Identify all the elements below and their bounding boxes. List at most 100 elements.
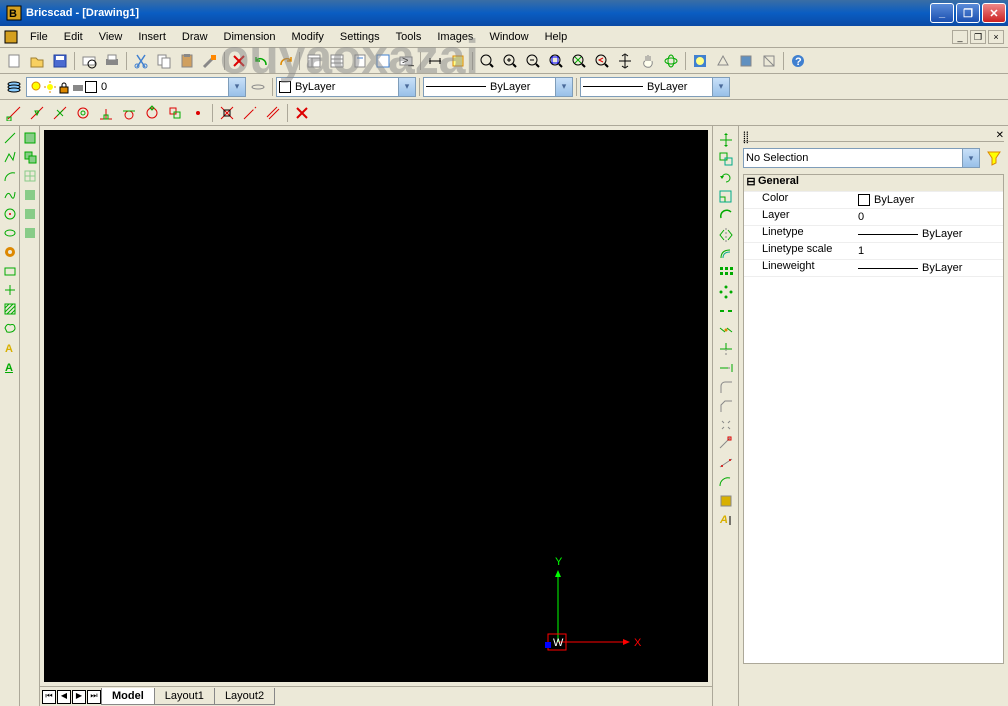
color-combo[interactable]: ByLayer — [276, 77, 416, 97]
match-properties-icon[interactable] — [199, 50, 221, 72]
property-row-lineweight[interactable]: Lineweight ByLayer — [744, 260, 1003, 277]
tab-layout1[interactable]: Layout1 — [154, 688, 215, 705]
array-icon[interactable] — [717, 264, 735, 282]
grip-icon[interactable]: ⸽⸽ — [743, 130, 749, 141]
menu-tools[interactable]: Tools — [388, 29, 430, 45]
explorer-icon[interactable] — [303, 50, 325, 72]
menu-images[interactable]: Images — [429, 29, 481, 45]
revision-icon[interactable] — [21, 224, 39, 242]
menu-file[interactable]: File — [22, 29, 56, 45]
linetype-combo[interactable]: ByLayer — [423, 77, 573, 97]
zoom-window-icon[interactable] — [545, 50, 567, 72]
redo-icon[interactable] — [274, 50, 296, 72]
copy-icon[interactable] — [717, 150, 735, 168]
properties-icon[interactable] — [326, 50, 348, 72]
print-icon[interactable] — [101, 50, 123, 72]
stretch-icon[interactable] — [717, 207, 735, 225]
hatch-icon[interactable] — [1, 300, 19, 318]
properties-group-general[interactable]: ⊟ General — [744, 175, 1003, 192]
xref-icon[interactable] — [21, 167, 39, 185]
lengthen-icon[interactable] — [717, 435, 735, 453]
hide-icon[interactable] — [712, 50, 734, 72]
tab-first-button[interactable]: ⏮ — [42, 690, 56, 704]
layer-states-icon[interactable] — [247, 76, 269, 98]
layer-combo[interactable]: 0 — [26, 77, 246, 97]
edit-hatch-icon[interactable] — [717, 492, 735, 510]
distance-icon[interactable] — [424, 50, 446, 72]
render-icon[interactable] — [689, 50, 711, 72]
menu-insert[interactable]: Insert — [130, 29, 174, 45]
snap-midpoint-icon[interactable] — [26, 102, 48, 124]
wireframe-icon[interactable] — [758, 50, 780, 72]
edit-text-icon[interactable]: A — [717, 511, 735, 529]
mirror-icon[interactable] — [717, 226, 735, 244]
command-icon[interactable]: >_ — [395, 50, 417, 72]
donut-icon[interactable] — [1, 243, 19, 261]
quick-select-icon[interactable] — [984, 148, 1004, 168]
print-preview-icon[interactable] — [78, 50, 100, 72]
boundary-icon[interactable] — [1, 319, 19, 337]
collapse-icon[interactable]: ⊟ — [744, 175, 758, 191]
save-icon[interactable] — [49, 50, 71, 72]
zoom-previous-icon[interactable] — [591, 50, 613, 72]
tab-model[interactable]: Model — [101, 688, 155, 705]
property-row-linetype[interactable]: Linetype ByLayer — [744, 226, 1003, 243]
snap-extension-icon[interactable] — [239, 102, 261, 124]
zoom-realtime-icon[interactable] — [476, 50, 498, 72]
tool-icon[interactable] — [372, 50, 394, 72]
3d-orbit-icon[interactable] — [660, 50, 682, 72]
edit-polyline-icon[interactable] — [717, 473, 735, 491]
maximize-button[interactable]: ❐ — [956, 3, 980, 23]
snap-center-icon[interactable] — [72, 102, 94, 124]
rotate-icon[interactable] — [717, 169, 735, 187]
tab-prev-button[interactable]: ◀ — [57, 690, 71, 704]
menu-draw[interactable]: Draw — [174, 29, 216, 45]
snap-node-icon[interactable] — [187, 102, 209, 124]
mtext-icon[interactable]: A — [1, 357, 19, 375]
help-icon[interactable]: ? — [787, 50, 809, 72]
snap-tangent-icon[interactable] — [118, 102, 140, 124]
menu-edit[interactable]: Edit — [56, 29, 91, 45]
menu-dimension[interactable]: Dimension — [216, 29, 284, 45]
drawing-canvas[interactable]: X Y W — [44, 130, 708, 682]
tab-layout2[interactable]: Layout2 — [214, 688, 275, 705]
snap-nearest-icon[interactable] — [49, 102, 71, 124]
break-icon[interactable] — [717, 302, 735, 320]
trim-icon[interactable] — [717, 340, 735, 358]
insert-icon[interactable] — [21, 148, 39, 166]
property-row-layer[interactable]: Layer 0 — [744, 209, 1003, 226]
snap-insertion-icon[interactable] — [164, 102, 186, 124]
array-polar-icon[interactable] — [717, 283, 735, 301]
menu-settings[interactable]: Settings — [332, 29, 388, 45]
cut-icon[interactable] — [130, 50, 152, 72]
wipeout-icon[interactable] — [21, 205, 39, 223]
new-icon[interactable] — [3, 50, 25, 72]
paste-icon[interactable] — [176, 50, 198, 72]
snap-parallel-icon[interactable] — [262, 102, 284, 124]
menu-window[interactable]: Window — [481, 29, 536, 45]
point-icon[interactable] — [1, 281, 19, 299]
close-button[interactable]: ✕ — [982, 3, 1006, 23]
pan-realtime-icon[interactable] — [637, 50, 659, 72]
circle-icon[interactable] — [1, 205, 19, 223]
snap-endpoint-icon[interactable] — [3, 102, 25, 124]
text-icon[interactable]: A — [1, 338, 19, 356]
fillet-icon[interactable] — [717, 378, 735, 396]
copy-icon[interactable] — [153, 50, 175, 72]
zoom-in-icon[interactable] — [499, 50, 521, 72]
rectangle-icon[interactable] — [1, 262, 19, 280]
line-icon[interactable] — [1, 129, 19, 147]
join-icon[interactable] — [717, 321, 735, 339]
close-panel-icon[interactable]: ✕ — [996, 130, 1004, 141]
block-icon[interactable] — [21, 129, 39, 147]
snap-perpendicular-icon[interactable] — [95, 102, 117, 124]
polyline-icon[interactable] — [1, 148, 19, 166]
snap-intersection-icon[interactable] — [216, 102, 238, 124]
shade-icon[interactable] — [735, 50, 757, 72]
menu-view[interactable]: View — [91, 29, 131, 45]
open-icon[interactable] — [26, 50, 48, 72]
menu-modify[interactable]: Modify — [284, 29, 332, 45]
offset-icon[interactable] — [717, 245, 735, 263]
align-icon[interactable] — [717, 454, 735, 472]
snap-none-icon[interactable] — [291, 102, 313, 124]
